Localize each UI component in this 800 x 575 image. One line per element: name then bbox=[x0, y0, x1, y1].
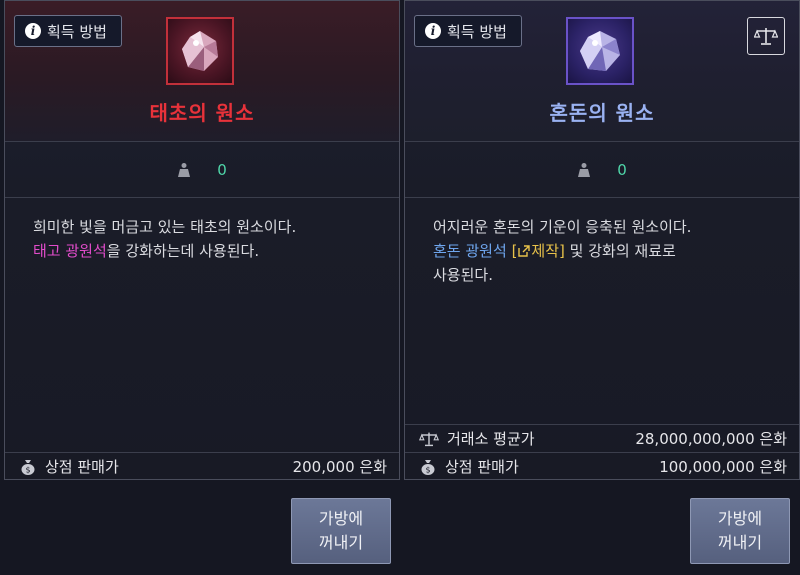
svg-text:$: $ bbox=[25, 465, 30, 474]
highlight-item-name: 혼돈 광원석 bbox=[433, 242, 507, 260]
shop-price-row: $ 상점 판매가 100,000,000 은화 bbox=[405, 452, 799, 480]
shop-price-label: 상점 판매가 bbox=[445, 458, 519, 476]
shop-price-label: 상점 판매가 bbox=[45, 458, 119, 476]
info-icon: i bbox=[25, 23, 41, 39]
gem-icon bbox=[566, 17, 634, 85]
info-icon: i bbox=[425, 23, 441, 39]
card-header: i 획득 방법 혼돈의 원소 bbox=[405, 1, 799, 142]
item-title: 혼돈의 원소 bbox=[549, 101, 655, 125]
item-count: 0 bbox=[217, 160, 227, 179]
scale-icon bbox=[419, 432, 439, 446]
craft-label: 제작 bbox=[531, 242, 560, 260]
market-price-row: 거래소 평균가 28,000,000,000 은화 bbox=[405, 424, 799, 452]
item-count-row: 0 bbox=[5, 142, 399, 198]
item-count: 0 bbox=[617, 160, 627, 179]
desc-line: 혼돈 광원석 [제작] 및 강화의 재료로 bbox=[433, 239, 779, 263]
item-count-row: 0 bbox=[405, 142, 799, 198]
item-card-primordial: i 획득 방법 태초의 원소 0 희미한 빛을 머금고 있는 태초의 원소이다.… bbox=[4, 0, 400, 480]
acquire-method-button[interactable]: i 획득 방법 bbox=[14, 15, 122, 47]
shop-price-row: $ 상점 판매가 200,000 은화 bbox=[5, 452, 399, 480]
scale-icon bbox=[754, 28, 778, 45]
market-price-value: 28,000,000,000 은화 bbox=[635, 430, 787, 448]
highlight-item-name: 태고 광원석 bbox=[33, 242, 107, 260]
bracket-open: [ bbox=[511, 242, 518, 260]
desc-text: 및 강화의 재료로 bbox=[564, 242, 676, 260]
weight-icon bbox=[178, 162, 191, 177]
shop-price-value: 100,000,000 은화 bbox=[659, 458, 787, 476]
acquire-method-label: 획득 방법 bbox=[47, 22, 107, 41]
desc-line: 희미한 빛을 머금고 있는 태초의 원소이다. bbox=[33, 218, 297, 236]
market-price-button[interactable] bbox=[747, 17, 785, 55]
gem-icon bbox=[166, 17, 234, 85]
desc-line: 태고 광원석을 강화하는데 사용된다. bbox=[33, 239, 379, 263]
shop-price-value: 200,000 은화 bbox=[292, 458, 387, 476]
svg-text:$: $ bbox=[425, 465, 430, 474]
acquire-method-label: 획득 방법 bbox=[447, 22, 507, 41]
weight-icon bbox=[578, 162, 591, 177]
desc-text: 을 강화하는데 사용된다. bbox=[106, 242, 260, 260]
money-bag-icon: $ bbox=[421, 459, 435, 475]
craft-link[interactable]: [제작] bbox=[512, 242, 565, 260]
item-card-chaos: i 획득 방법 혼돈의 원소 0 어지러운 혼돈의 기운이 응축된 원소이다. … bbox=[404, 0, 800, 480]
card-header: i 획득 방법 태초의 원소 bbox=[5, 1, 399, 142]
item-title: 태초의 원소 bbox=[149, 101, 255, 125]
desc-line: 어지러운 혼돈의 기운이 응축된 원소이다. bbox=[433, 218, 692, 236]
take-out-to-bag-button[interactable]: 가방에 꺼내기 bbox=[690, 498, 790, 564]
money-bag-icon: $ bbox=[21, 459, 35, 475]
item-description: 희미한 빛을 머금고 있는 태초의 원소이다. 태고 광원석을 강화하는데 사용… bbox=[33, 215, 379, 263]
acquire-method-button[interactable]: i 획득 방법 bbox=[414, 15, 522, 47]
desc-line: 사용된다. bbox=[433, 266, 493, 284]
external-link-icon bbox=[518, 245, 531, 257]
market-price-label: 거래소 평균가 bbox=[447, 430, 535, 448]
item-description: 어지러운 혼돈의 기운이 응축된 원소이다. 혼돈 광원석 [제작] 및 강화의… bbox=[433, 215, 779, 287]
take-out-to-bag-button[interactable]: 가방에 꺼내기 bbox=[291, 498, 391, 564]
